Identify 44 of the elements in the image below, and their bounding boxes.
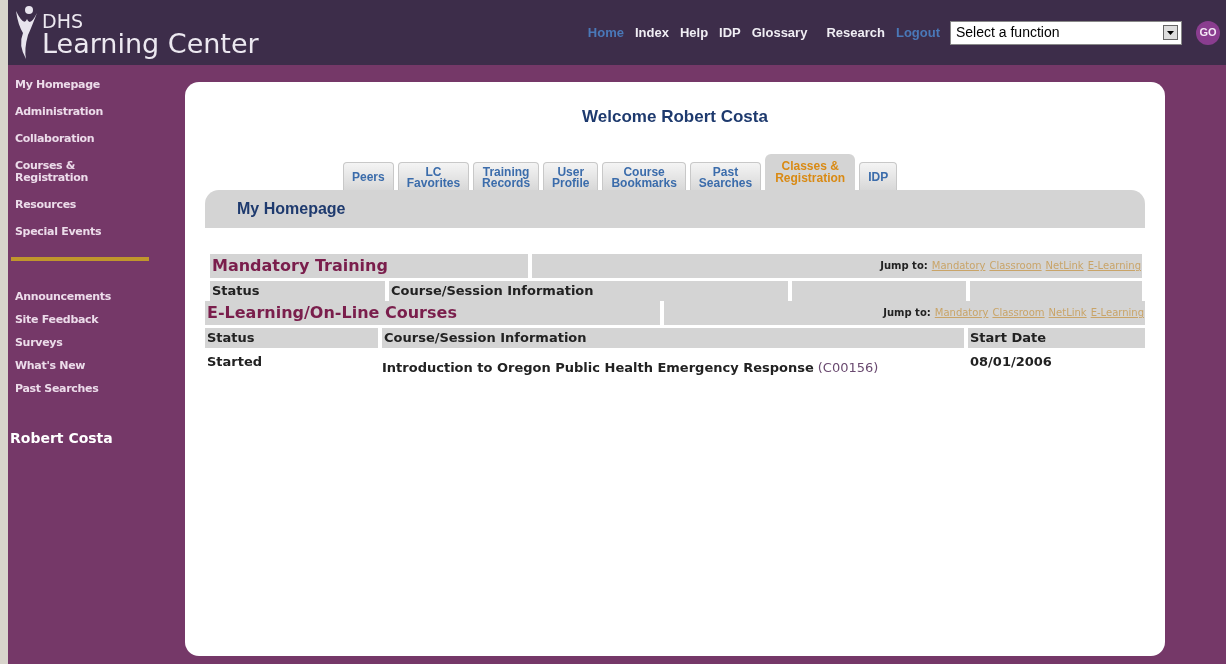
figure-logo-icon: [14, 4, 38, 61]
tab[interactable]: Course Bookmarks: [602, 161, 686, 190]
welcome-heading: Welcome Robert Costa: [582, 106, 768, 128]
tab[interactable]: Training Records: [473, 161, 540, 190]
tab[interactable]: User Profile: [543, 161, 599, 190]
sidebar-link[interactable]: Announcements: [8, 291, 185, 303]
go-button[interactable]: GO: [1196, 20, 1220, 45]
column-header: Course/Session Information: [382, 327, 964, 348]
sidebar-link[interactable]: Past Searches: [8, 383, 185, 395]
sidebar-link[interactable]: Resources: [8, 199, 185, 211]
nav-link[interactable]: Index: [634, 22, 669, 43]
nav-link[interactable]: Glossary: [751, 22, 808, 43]
nav-link[interactable]: IDP: [719, 22, 741, 43]
page-title-bar: My Homepage: [205, 189, 1145, 228]
tab[interactable]: Past Searches: [689, 161, 762, 190]
table-cell-text: Started: [206, 352, 264, 371]
column-header: Course/Session Information: [389, 280, 788, 301]
column-header: Start Date: [968, 327, 1145, 348]
nav-link[interactable]: Research: [826, 22, 885, 43]
sidebar-link[interactable]: Administration: [8, 106, 185, 118]
tab[interactable]: LC Favorites: [397, 161, 470, 190]
table-cell-text: 08/01/2006: [969, 352, 1053, 371]
course-code: (C00156): [817, 358, 879, 377]
course-title: Introduction to Oregon Public Health Emergency Response: [382, 358, 814, 377]
sidebar-link[interactable]: Special Events: [8, 226, 185, 238]
user-name: Robert Costa: [9, 429, 114, 448]
sidebar-link[interactable]: My Homepage: [8, 79, 185, 91]
column-header: Status: [210, 280, 385, 301]
sidebar-link[interactable]: Surveys: [8, 337, 185, 349]
nav-link[interactable]: Help: [679, 22, 709, 43]
sidebar-link[interactable]: What's New: [8, 360, 185, 372]
logo-title: Learning Center: [42, 29, 259, 61]
sidebar-link[interactable]: Collaboration: [8, 133, 185, 145]
sidebar-link[interactable]: Site Feedback: [8, 314, 185, 326]
function-select[interactable]: Select a function: [950, 20, 1182, 45]
section-title: Mandatory Training: [210, 253, 528, 278]
logo-text: DHS: [42, 11, 84, 31]
column-header: Status: [205, 327, 378, 348]
jump-label: Jump to:: [880, 259, 928, 273]
tab[interactable]: Peers: [343, 161, 394, 190]
sidebar-link[interactable]: Courses & Registration: [8, 160, 185, 184]
section-title: E-Learning/On-Line Courses: [205, 300, 660, 325]
jump-label: Jump to:: [883, 306, 931, 320]
tab[interactable]: IDP: [859, 161, 898, 190]
